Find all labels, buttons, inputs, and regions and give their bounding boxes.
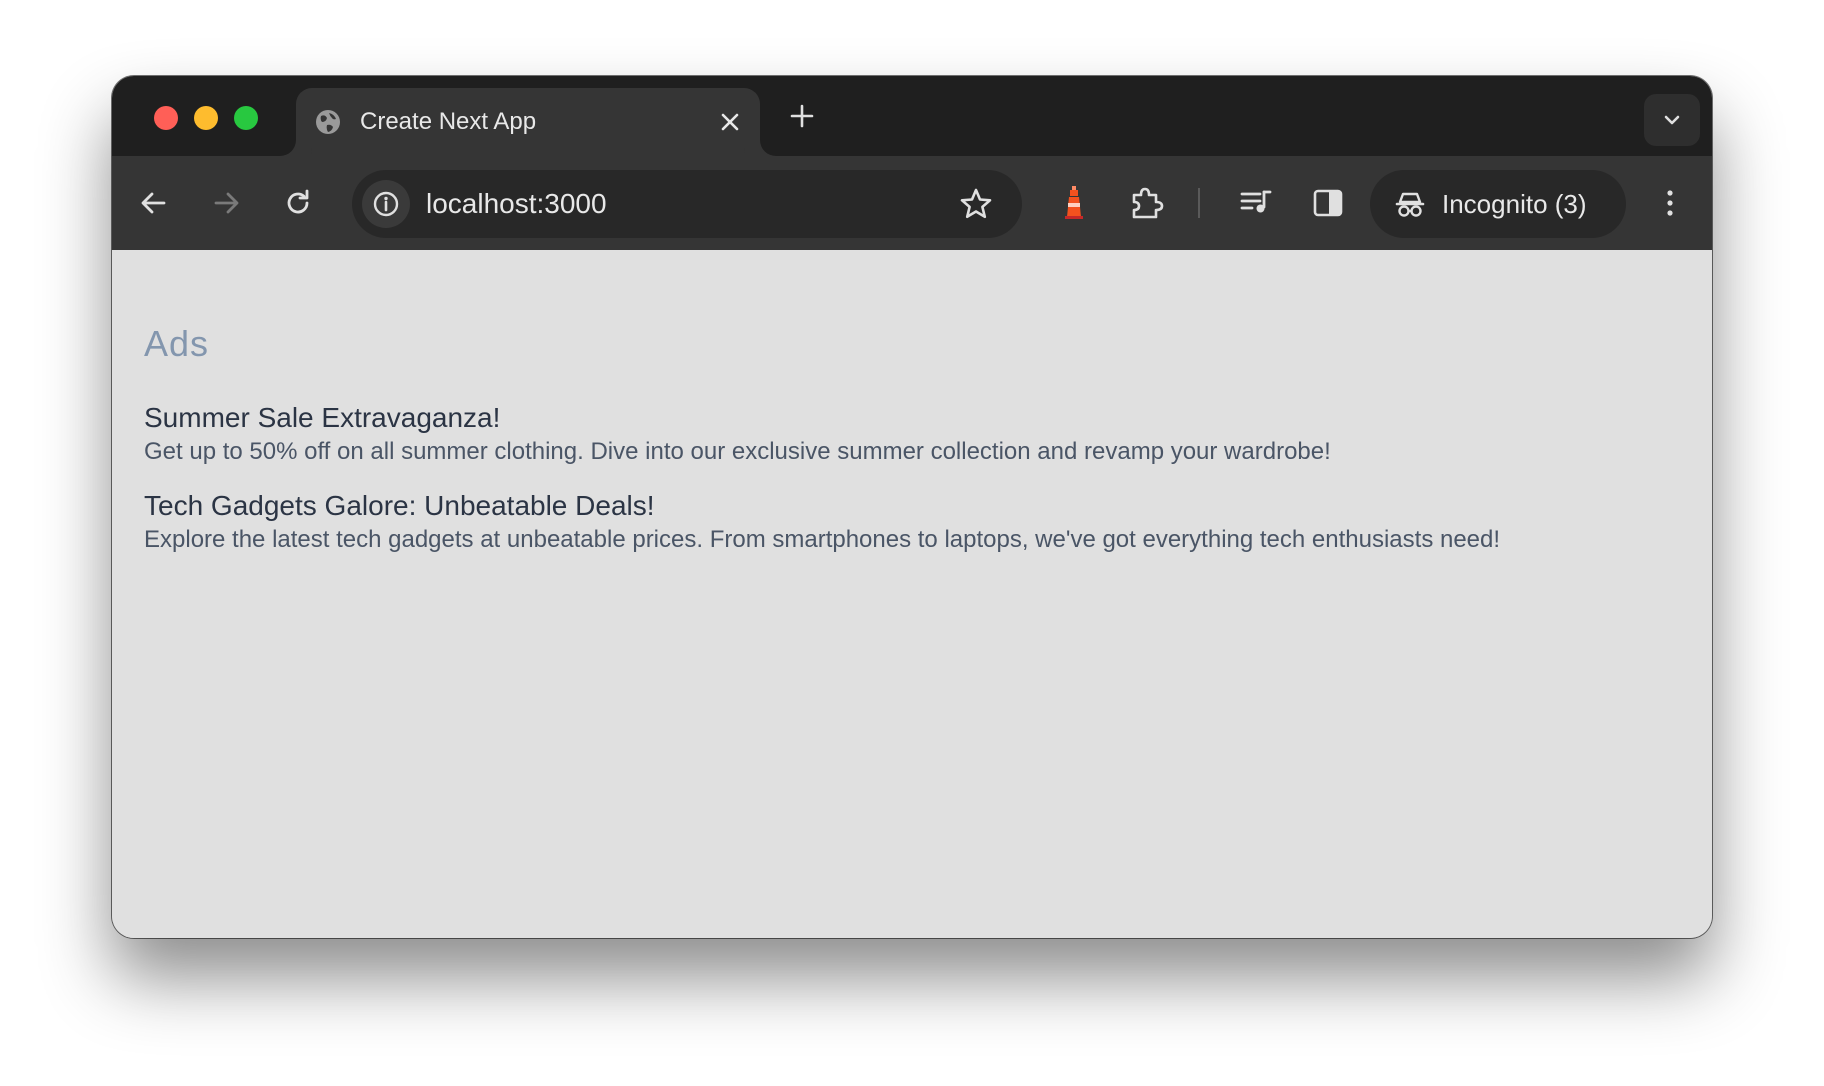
reload-icon[interactable] bbox=[278, 183, 318, 223]
page-title: Ads bbox=[144, 323, 210, 364]
ad-description: Explore the latest tech gadgets at unbea… bbox=[144, 526, 1501, 553]
tab-create-next-app[interactable]: Create Next App bbox=[296, 88, 760, 156]
browser-window: Create Next App localhost:3000 Incognito… bbox=[112, 76, 1712, 938]
globe-icon bbox=[316, 110, 340, 134]
page-content: Ads Summer Sale Extravaganza! Get up to … bbox=[112, 250, 1712, 938]
ad-title: Tech Gadgets Galore: Unbeatable Deals! bbox=[144, 490, 655, 521]
desktop-backdrop: Create Next App localhost:3000 Incognito… bbox=[0, 0, 1824, 1086]
arrow-left-icon[interactable] bbox=[134, 183, 174, 223]
lighthouse-icon[interactable] bbox=[1054, 183, 1094, 223]
toolbar-divider bbox=[1198, 188, 1200, 218]
arrow-right-icon[interactable] bbox=[206, 183, 246, 223]
ad-item: Summer Sale Extravaganza! Get up to 50% … bbox=[144, 400, 1684, 468]
side-panel-icon[interactable] bbox=[1308, 183, 1348, 223]
incognito-icon bbox=[1395, 192, 1425, 217]
tab-search-button[interactable] bbox=[1644, 94, 1700, 146]
puzzle-icon[interactable] bbox=[1126, 183, 1166, 223]
chevron-down-icon bbox=[1664, 115, 1680, 125]
incognito-profile-button[interactable]: Incognito (3) bbox=[1370, 170, 1626, 238]
browser-toolbar: localhost:3000 Incognito (3) bbox=[112, 156, 1712, 250]
kebab-menu-icon[interactable] bbox=[1650, 183, 1690, 223]
incognito-label: Incognito (3) bbox=[1442, 189, 1587, 219]
ad-title: Summer Sale Extravaganza! bbox=[144, 402, 501, 433]
ad-description: Get up to 50% off on all summer clothing… bbox=[144, 438, 1331, 465]
info-icon bbox=[373, 191, 399, 217]
tab-title: Create Next App bbox=[360, 108, 537, 135]
tab-strip: Create Next App bbox=[112, 76, 1712, 156]
maximize-window-button[interactable] bbox=[234, 106, 258, 130]
address-bar[interactable]: localhost:3000 bbox=[352, 170, 1022, 238]
plus-icon[interactable] bbox=[784, 98, 820, 134]
close-icon[interactable] bbox=[716, 108, 744, 136]
media-queue-icon[interactable] bbox=[1236, 183, 1276, 223]
close-window-button[interactable] bbox=[154, 106, 178, 130]
site-info-button[interactable] bbox=[362, 180, 410, 228]
ad-list: Summer Sale Extravaganza! Get up to 50% … bbox=[144, 400, 1684, 576]
url-text[interactable]: localhost:3000 bbox=[426, 188, 607, 220]
minimize-window-button[interactable] bbox=[194, 106, 218, 130]
ad-item: Tech Gadgets Galore: Unbeatable Deals! E… bbox=[144, 488, 1684, 556]
star-icon[interactable] bbox=[958, 186, 994, 222]
